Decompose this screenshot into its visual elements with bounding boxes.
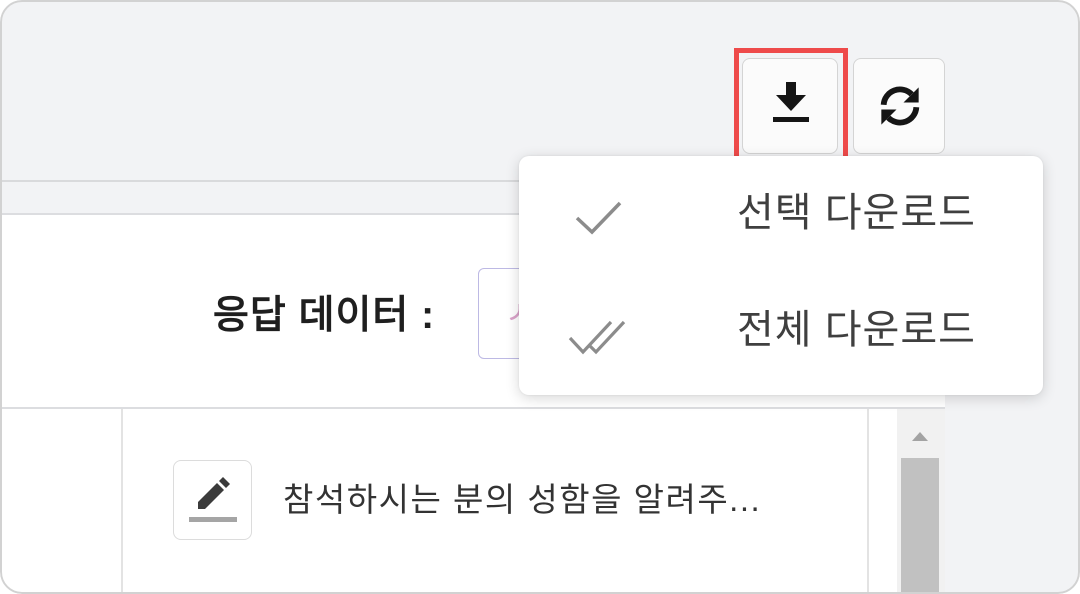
double-check-icon	[568, 320, 626, 355]
download-icon	[773, 82, 809, 122]
edit-button[interactable]	[173, 460, 252, 540]
question-text[interactable]: 참석하시는 분의 성함을 알려주...	[283, 480, 761, 520]
app-frame: 응답 데이터 : ㅅ 참석하시는 분의 성함을 알려주...	[0, 0, 1080, 594]
download-button[interactable]	[742, 58, 838, 154]
download-menu: 선택 다운로드 전체 다운로드	[519, 156, 1043, 395]
sync-icon	[880, 86, 920, 126]
column-divider	[121, 409, 123, 594]
pencil-icon	[189, 477, 237, 522]
response-data-label: 응답 데이터 :	[213, 294, 436, 337]
refresh-button[interactable]	[853, 58, 945, 154]
triangle-up-icon[interactable]	[912, 432, 928, 441]
scrollbar-thumb[interactable]	[901, 458, 939, 594]
column-divider	[867, 409, 869, 594]
check-icon	[575, 201, 622, 235]
vertical-scrollbar[interactable]	[897, 409, 945, 594]
menu-item-label: 선택 다운로드	[737, 191, 976, 235]
responses-table: 참석하시는 분의 성함을 알려주...	[0, 409, 945, 594]
menu-item-label: 전체 다운로드	[737, 308, 976, 352]
menu-item-selected-download[interactable]: 선택 다운로드	[519, 156, 1043, 273]
menu-item-all-download[interactable]: 전체 다운로드	[519, 273, 1043, 390]
